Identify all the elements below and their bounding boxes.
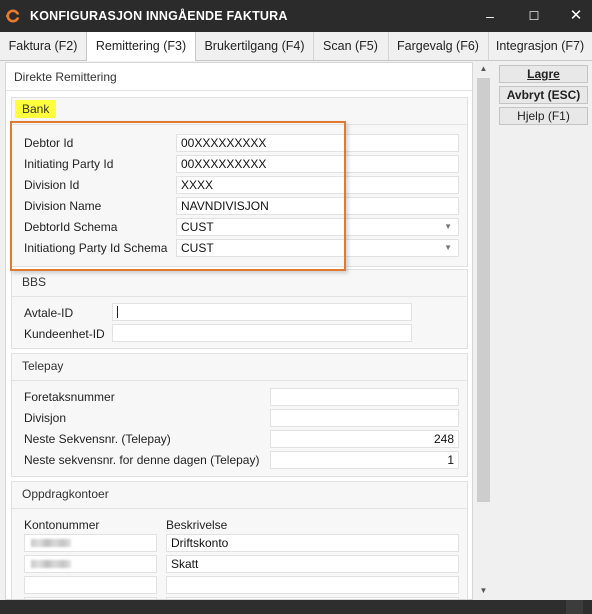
avtale-id-label: Avtale-ID	[24, 306, 74, 320]
kontonummer-column-header: Kontonummer	[24, 518, 100, 532]
tab-faktura[interactable]: Faktura (F2)	[0, 32, 87, 60]
redacted-account-number	[31, 560, 71, 568]
debtor-id-label: Debtor Id	[24, 136, 74, 150]
tab-remittering[interactable]: Remittering (F3)	[86, 32, 196, 61]
initiating-party-schema-value: CUST	[181, 241, 214, 255]
foretaksnummer-field[interactable]	[270, 388, 459, 406]
save-button-label: Lagre	[527, 67, 560, 81]
neste-sekvensnr-label: Neste Sekvensnr. (Telepay)	[24, 432, 171, 446]
kundeenhet-id-field[interactable]	[112, 324, 412, 342]
vertical-scrollbar[interactable]: ▲ ▼	[475, 62, 492, 598]
scrollbar-thumb[interactable]	[477, 78, 490, 502]
status-bar	[0, 600, 592, 614]
title-bar: KONFIGURASJON INNGÅENDE FAKTURA – ☐ ✕	[0, 0, 592, 32]
cancel-button[interactable]: Avbryt (ESC)	[499, 86, 588, 104]
divisjon-field[interactable]	[270, 409, 459, 427]
maximize-button[interactable]: ☐	[514, 0, 554, 32]
kundeenhet-id-label: Kundeenhet-ID	[24, 327, 105, 341]
debtorid-schema-label: DebtorId Schema	[24, 220, 118, 234]
division-name-field[interactable]: NAVNDIVISJON	[176, 197, 459, 215]
division-name-label: Division Name	[24, 199, 102, 213]
bank-group-title: Bank	[15, 100, 57, 118]
avtale-id-field[interactable]	[112, 303, 412, 321]
resize-grip[interactable]	[566, 600, 583, 614]
division-id-field[interactable]: XXXX	[176, 176, 459, 194]
initiating-party-id-field[interactable]: 00XXXXXXXXX	[176, 155, 459, 173]
division-id-label: Division Id	[24, 178, 80, 192]
close-button[interactable]: ✕	[556, 0, 592, 32]
bbs-group: BBS Avtale-ID Kundeenhet-ID	[11, 269, 468, 349]
foretaksnummer-label: Foretaksnummer	[24, 390, 115, 404]
tab-integrasjon[interactable]: Integrasjon (F7)	[488, 32, 592, 60]
tab-fargevalg[interactable]: Fargevalg (F6)	[388, 32, 489, 60]
debtorid-schema-select[interactable]: CUST ▼	[176, 218, 459, 236]
window-title: KONFIGURASJON INNGÅENDE FAKTURA	[30, 9, 288, 23]
beskrivelse-cell[interactable]: Driftskonto	[166, 534, 459, 552]
oppdragkontoer-group-title: Oppdragkontoer	[22, 487, 109, 501]
chevron-down-icon: ▼	[444, 222, 452, 231]
minimize-button[interactable]: –	[470, 0, 510, 32]
beskrivelse-column-header: Beskrivelse	[166, 518, 228, 532]
initiating-party-schema-select[interactable]: CUST ▼	[176, 239, 459, 257]
kontonummer-cell[interactable]	[24, 534, 157, 552]
redacted-account-number	[31, 539, 71, 547]
divider	[12, 508, 467, 509]
beskrivelse-cell[interactable]	[166, 576, 459, 594]
initiating-party-id-label: Initiating Party Id	[24, 157, 114, 171]
kontonummer-cell[interactable]	[24, 576, 157, 594]
panel-title: Direkte Remittering	[14, 70, 117, 84]
divider	[12, 380, 467, 381]
divider	[12, 296, 467, 297]
help-button[interactable]: Hjelp (F1)	[499, 107, 588, 125]
tab-bar: Faktura (F2) Remittering (F3) Brukertilg…	[0, 32, 592, 61]
remittering-panel: Direkte Remittering Bank Debtor Id 00XXX…	[5, 62, 473, 600]
divisjon-label: Divisjon	[24, 411, 67, 425]
bbs-group-title: BBS	[22, 275, 47, 289]
divider	[12, 124, 467, 125]
neste-sekvensnr-field[interactable]: 248	[270, 430, 459, 448]
kontonummer-cell[interactable]	[24, 555, 157, 573]
initiating-party-schema-label: Initiationg Party Id Schema	[24, 241, 168, 255]
telepay-group-title: Telepay	[22, 359, 64, 373]
bank-group: Bank Debtor Id 00XXXXXXXXX Initiating Pa…	[11, 97, 468, 267]
chevron-down-icon: ▼	[444, 243, 452, 252]
scroll-up-icon[interactable]: ▲	[475, 62, 492, 76]
save-button[interactable]: Lagre	[499, 65, 588, 83]
beskrivelse-cell[interactable]: Skatt	[166, 555, 459, 573]
tab-scan[interactable]: Scan (F5)	[313, 32, 389, 60]
scroll-down-icon[interactable]: ▼	[475, 584, 492, 598]
debtor-id-field[interactable]: 00XXXXXXXXX	[176, 134, 459, 152]
neste-sekvensnr-dagen-label: Neste sekvensnr. for denne dagen (Telepa…	[24, 453, 260, 467]
app-logo-icon	[6, 9, 20, 23]
debtorid-schema-value: CUST	[181, 220, 214, 234]
oppdragkontoer-group: Oppdragkontoer Kontonummer Beskrivelse D…	[11, 481, 468, 599]
telepay-group: Telepay Foretaksnummer Divisjon Neste Se…	[11, 353, 468, 477]
tab-brukertilgang[interactable]: Brukertilgang (F4)	[196, 32, 314, 60]
neste-sekvensnr-dagen-field[interactable]: 1	[270, 451, 459, 469]
divider	[6, 90, 472, 91]
